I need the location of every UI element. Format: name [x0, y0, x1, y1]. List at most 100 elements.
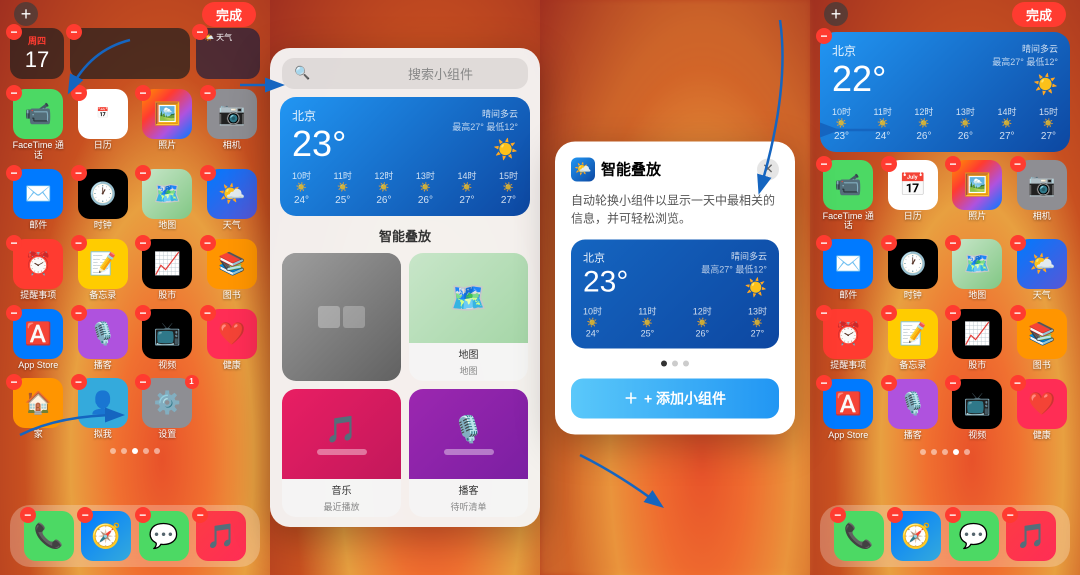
remove-badge-hl[interactable]: −: [200, 305, 216, 321]
app-books-4[interactable]: − 📚 图书: [1014, 309, 1071, 371]
app-appstore[interactable]: − 🅰️ App Store: [10, 309, 67, 371]
app-podcasts[interactable]: − 🎙️ 播客: [75, 309, 132, 371]
rb-wth4[interactable]: −: [1010, 235, 1026, 251]
remove-badge-bk[interactable]: −: [200, 235, 216, 251]
app-tv[interactable]: − 📺 视频: [139, 309, 196, 371]
app-books[interactable]: − 📚 图书: [204, 239, 261, 301]
remove-badge-dmu[interactable]: −: [192, 507, 208, 523]
remove-badge-nt[interactable]: −: [71, 235, 87, 251]
remove-badge-ww4[interactable]: −: [816, 28, 832, 44]
app-photos[interactable]: − 🖼️ 照片: [139, 89, 196, 161]
rb-cal4[interactable]: −: [881, 156, 897, 172]
app-tv-4[interactable]: − 📺 视频: [949, 379, 1006, 441]
app-home[interactable]: − 🏠 家: [10, 378, 67, 440]
add-widget-button-1[interactable]: +: [14, 2, 38, 26]
app-calendar[interactable]: − 📅 日历: [75, 89, 132, 161]
app-stocks[interactable]: − 📈 股市: [139, 239, 196, 301]
rb-dms4[interactable]: −: [945, 507, 961, 523]
remove-badge-cam[interactable]: −: [200, 85, 216, 101]
remove-badge-dph[interactable]: −: [20, 507, 36, 523]
widget-option-music[interactable]: 🎵 音乐 最近播放: [282, 389, 401, 517]
complete-button-4[interactable]: 完成: [1012, 2, 1066, 27]
app-mail-4[interactable]: − ✉️ 邮件: [820, 239, 877, 301]
remove-badge-rm[interactable]: −: [6, 235, 22, 251]
remove-badge[interactable]: −: [6, 24, 22, 40]
rb-nt4[interactable]: −: [881, 305, 897, 321]
remove-badge-ft[interactable]: −: [6, 85, 22, 101]
rb-hl4[interactable]: −: [1010, 375, 1026, 391]
app-notes[interactable]: − 📝 备忘录: [75, 239, 132, 301]
app-photos-4[interactable]: − 🖼️ 照片: [949, 160, 1006, 232]
rb-dsf4[interactable]: −: [887, 507, 903, 523]
add-widget-button-4[interactable]: +: [824, 2, 848, 26]
widget-option-photos[interactable]: 照片 为你推荐: [282, 253, 401, 381]
app-podcasts-4[interactable]: − 🎙️ 播客: [885, 379, 942, 441]
weather-widget-p4: − 北京 22° 晴间多云 最高27° 最低12° ☀️ 10时☀️23° 11…: [820, 32, 1070, 152]
app-mail[interactable]: − ✉️ 邮件: [10, 169, 67, 231]
search-bar[interactable]: 🔍 搜索小组件: [282, 58, 528, 89]
app-facetime[interactable]: − 📹 FaceTime 通话: [10, 89, 67, 161]
app-weather[interactable]: − 🌤️ 天气: [204, 169, 261, 231]
app-maps-4[interactable]: − 🗺️ 地图: [949, 239, 1006, 301]
remove-badge-st[interactable]: −: [135, 235, 151, 251]
dock-messages-4[interactable]: − 💬: [949, 511, 999, 561]
dock-safari-4[interactable]: − 🧭: [891, 511, 941, 561]
dock-4: − 📞 − 🧭 − 💬 − 🎵: [820, 505, 1070, 567]
close-button[interactable]: ✕: [757, 158, 779, 180]
remove-badge-dms[interactable]: −: [135, 507, 151, 523]
app-weather-4[interactable]: − 🌤️ 天气: [1014, 239, 1071, 301]
app-clock-4[interactable]: − 🕐 时钟: [885, 239, 942, 301]
app-reminder-4[interactable]: − ⏰ 提醒事项: [820, 309, 877, 371]
dock-music[interactable]: − 🎵: [196, 511, 246, 561]
remove-badge-ml[interactable]: −: [6, 165, 22, 181]
remove-badge-clk[interactable]: −: [71, 165, 87, 181]
rb-cam4[interactable]: −: [1010, 156, 1026, 172]
app-calendar-4[interactable]: − 📅 日历: [885, 160, 942, 232]
ow-temp: 23°: [583, 265, 628, 298]
dock-phone-4[interactable]: − 📞: [834, 511, 884, 561]
rb-ft4[interactable]: −: [816, 156, 832, 172]
ow-city: 北京: [583, 249, 628, 265]
app-stocks-4[interactable]: − 📈 股市: [949, 309, 1006, 371]
rb-clk4[interactable]: −: [881, 235, 897, 251]
rb-dmu4[interactable]: −: [1002, 507, 1018, 523]
app-clock[interactable]: − 🕐 时钟: [75, 169, 132, 231]
remove-badge-av[interactable]: −: [71, 374, 87, 390]
app-health-4[interactable]: − ❤️ 健康: [1014, 379, 1071, 441]
app-camera[interactable]: − 📷 相机: [204, 89, 261, 161]
rb-ph4[interactable]: −: [945, 156, 961, 172]
remove-badge-wth[interactable]: −: [200, 165, 216, 181]
remove-badge-3[interactable]: −: [192, 24, 208, 40]
remove-badge-ph[interactable]: −: [135, 85, 151, 101]
panel-3-wrapper: 🌤️ 智能叠放 ✕ 自动轮换小组件以显示一天中最相关的信息，并可轻松浏览。 北京…: [540, 0, 810, 575]
app-reminder[interactable]: − ⏰ 提醒事项: [10, 239, 67, 301]
app-settings[interactable]: − ⚙️ 1 设置: [139, 378, 196, 440]
rb-pc4[interactable]: −: [881, 375, 897, 391]
remove-badge-2[interactable]: −: [66, 24, 82, 40]
app-avatar[interactable]: − 👤 拟我: [75, 378, 132, 440]
stocks-label-4: 股市: [968, 361, 986, 371]
add-widget-label: + 添加小组件: [644, 388, 726, 408]
remove-badge-mp[interactable]: −: [135, 165, 151, 181]
complete-button-1[interactable]: 完成: [202, 2, 256, 27]
app-camera-4[interactable]: − 📷 相机: [1014, 160, 1071, 232]
rb-dph4[interactable]: −: [830, 507, 846, 523]
remove-badge-pc[interactable]: −: [71, 305, 87, 321]
dock-phone[interactable]: − 📞: [24, 511, 74, 561]
widget-option-maps[interactable]: 🗺️ 地图 地图: [409, 253, 528, 381]
app-notes-4[interactable]: − 📝 备忘录: [885, 309, 942, 371]
rb-bk4[interactable]: −: [1010, 305, 1026, 321]
remove-badge-tv[interactable]: −: [135, 305, 151, 321]
app-appstore-4[interactable]: − 🅰️ App Store: [820, 379, 877, 441]
dock-music-4[interactable]: − 🎵: [1006, 511, 1056, 561]
dock-safari[interactable]: − 🧭: [81, 511, 131, 561]
remove-badge-as[interactable]: −: [6, 305, 22, 321]
app-facetime-4[interactable]: − 📹 FaceTime 通话: [820, 160, 877, 232]
widget-option-podcasts[interactable]: 🎙️ 播客 待听清单: [409, 389, 528, 517]
add-widget-confirm-button[interactable]: ＋ + 添加小组件: [571, 378, 779, 418]
remove-badge-dsf[interactable]: −: [77, 507, 93, 523]
remove-badge-cal[interactable]: −: [71, 85, 87, 101]
app-health[interactable]: − ❤️ 健康: [204, 309, 261, 371]
dock-messages[interactable]: − 💬: [139, 511, 189, 561]
app-maps[interactable]: − 🗺️ 地图: [139, 169, 196, 231]
